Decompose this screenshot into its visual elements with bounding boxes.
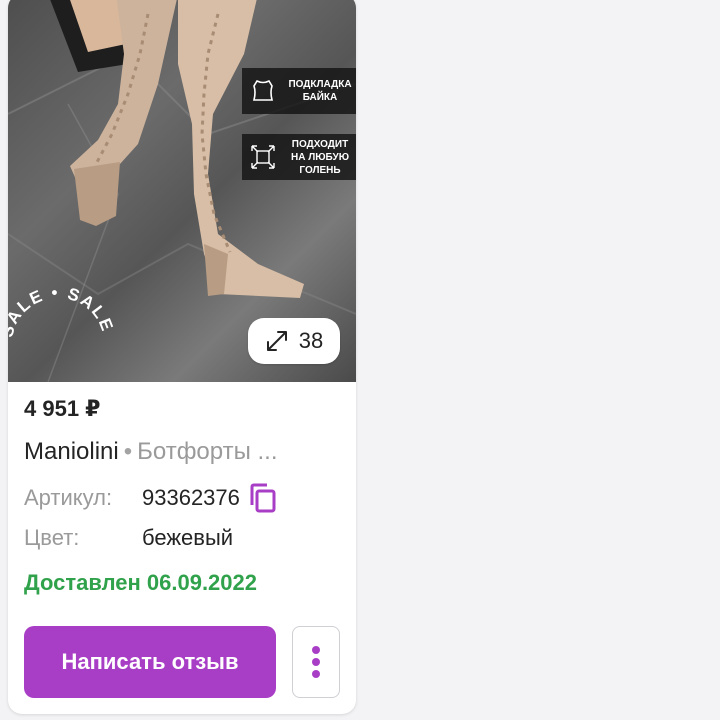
product-card: ПОДКЛАДКА БАЙКА ПОДХОДИТ НА ЛЮБУЮ ГОЛЕНЬ… bbox=[8, 0, 356, 714]
gallery-count: 38 bbox=[298, 328, 324, 353]
write-review-button[interactable]: Написать отзыв bbox=[24, 626, 276, 698]
product-photo[interactable]: ПОДКЛАДКА БАЙКА ПОДХОДИТ НА ЛЮБУЮ ГОЛЕНЬ… bbox=[8, 0, 356, 382]
delivery-status: Доставлен 06.09.2022 bbox=[24, 570, 257, 595]
sale-ring-text: SALE • SALE bbox=[8, 284, 115, 339]
stretch-arrows-icon bbox=[251, 145, 275, 169]
article-value: 93362376 bbox=[142, 485, 240, 510]
lining-badge-text: ПОДКЛАДКА БАЙКА bbox=[288, 79, 352, 103]
fit-badge: ПОДХОДИТ НА ЛЮБУЮ ГОЛЕНЬ bbox=[242, 134, 356, 180]
color-row: Цвет: бежевый bbox=[24, 518, 344, 558]
price: 4 951 ₽ bbox=[24, 396, 101, 421]
hide-lining-icon bbox=[252, 79, 274, 101]
product-info: 4 951 ₽ Maniolini • Ботфорты ... Артикул: … bbox=[24, 396, 344, 600]
copy-icon[interactable] bbox=[248, 482, 278, 514]
kebab-menu-icon bbox=[312, 646, 320, 678]
color-value: бежевый bbox=[142, 525, 234, 550]
gallery-count-chip[interactable]: 38 bbox=[248, 318, 340, 364]
sale-ring-label: SALE • SALE bbox=[8, 284, 117, 339]
lining-badge: ПОДКЛАДКА БАЙКА bbox=[242, 68, 356, 114]
card-actions: Написать отзыв bbox=[24, 626, 340, 698]
more-options-button[interactable] bbox=[292, 626, 340, 698]
expand-arrows-icon bbox=[266, 331, 287, 351]
article-row: Артикул: 93362376 bbox=[24, 478, 344, 518]
product-name: Ботфорты ... bbox=[137, 438, 278, 465]
article-label: Артикул: bbox=[24, 485, 113, 510]
color-label: Цвет: bbox=[24, 525, 80, 550]
product-title[interactable]: Maniolini • Ботфорты ... bbox=[24, 438, 344, 470]
svg-text:SALE • SALE: SALE • SALE bbox=[8, 284, 117, 339]
brand-name: Maniolini bbox=[24, 438, 119, 465]
fit-badge-text: ПОДХОДИТ НА ЛЮБУЮ ГОЛЕНЬ bbox=[290, 138, 350, 176]
title-separator: • bbox=[123, 438, 133, 465]
